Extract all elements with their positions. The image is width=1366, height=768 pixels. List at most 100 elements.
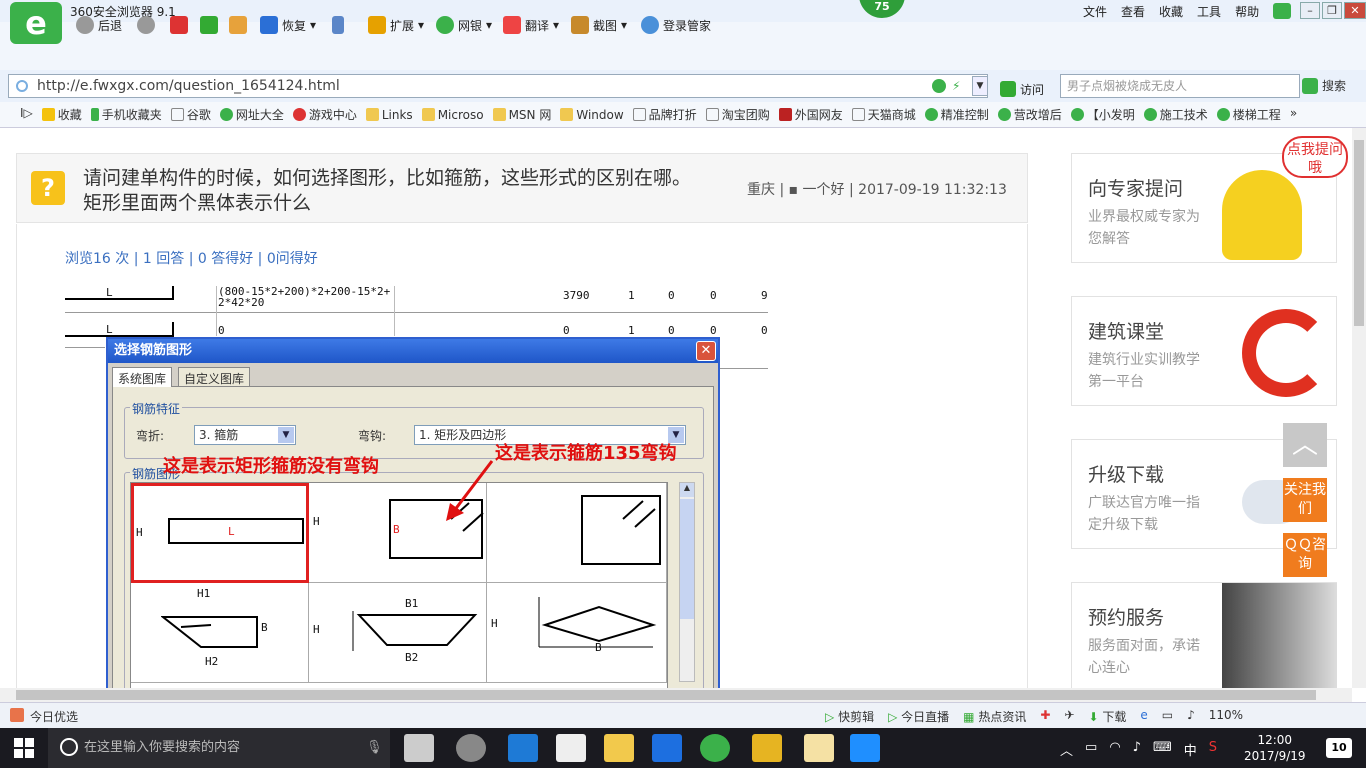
card-appointment[interactable]: 预约服务 服务面对面，承诺心连心 [1071,582,1337,692]
minimize-button[interactable]: – [1300,2,1320,19]
skin-icon[interactable] [1273,3,1291,19]
bookmark-item[interactable]: Links [365,106,413,123]
menu-favorites[interactable]: 收藏 [1159,3,1183,20]
maximize-button[interactable]: ❐ [1322,2,1342,19]
shape-scrollbar[interactable]: ▲ [679,482,695,682]
shape-cell-rect-hook-2[interactable] [487,483,667,583]
scroll-thumb[interactable] [680,499,694,619]
tab-system-library[interactable]: 系统图库 [112,367,173,387]
tray-expand-icon[interactable]: ︿ [1060,740,1073,759]
horizontal-scroll-thumb[interactable] [16,690,1316,700]
news-item[interactable]: ▦ 热点资讯 [963,708,1026,725]
visit-button[interactable]: 访问 [1000,78,1044,100]
bookmark-item[interactable]: 施工技术 [1143,106,1208,123]
refresh-button[interactable] [200,14,218,36]
translate-button[interactable]: 翻译 ▾ [503,14,559,36]
card-building-class[interactable]: 建筑课堂 建筑行业实训教学第一平台 [1071,296,1337,406]
wifi-icon[interactable]: ◠ [1109,740,1120,759]
battery-icon[interactable]: ▭ [1085,740,1097,759]
back-to-top-button[interactable]: ︿ [1283,423,1327,467]
browser-logo-icon[interactable]: e [10,2,62,44]
menu-file[interactable]: 文件 [1083,3,1107,20]
status-today-pick[interactable]: 今日优选 [30,708,78,725]
bookmark-item[interactable]: Microso [421,106,484,123]
keyboard-icon[interactable]: ⌨ [1153,740,1172,759]
restore-button[interactable]: 恢复 ▾ [260,14,316,36]
ask-bubble[interactable]: 点我提问哦 [1282,136,1348,178]
menu-help[interactable]: 帮助 [1235,3,1259,20]
quick-edit-item[interactable]: ▷ 快剪辑 [825,708,874,725]
taskbar-app-help-icon[interactable] [804,734,834,762]
shape-cell-h1[interactable]: H L [131,483,309,583]
taskbar-app-360-icon[interactable] [700,734,730,762]
bookmark-item[interactable]: 营改增后 [997,106,1062,123]
taskbar-app-plus-icon[interactable] [850,734,880,762]
taskbar-app-notes-icon[interactable] [752,734,782,762]
more-bookmarks-icon[interactable]: » [1290,106,1297,123]
sogou-icon[interactable]: S [1209,740,1217,759]
sidebar-toggle-icon[interactable]: I▷ [20,106,33,123]
stop-button[interactable] [170,14,188,36]
bookmark-item[interactable]: Window [560,106,624,123]
shape-cell-trapezoid[interactable]: H B1 B2 [309,583,487,683]
menu-view[interactable]: 查看 [1121,3,1145,20]
taskbar-app-browser-icon[interactable] [456,734,486,762]
home-button[interactable] [229,14,247,36]
volume-icon[interactable]: ♪ [1133,740,1141,759]
taskbar-app-edge-icon[interactable] [508,734,538,762]
bookmark-item[interactable]: 天猫商城 [851,106,916,123]
search-input[interactable]: 男子点烟被烧成无皮人 [1060,74,1300,98]
dropdown-icon[interactable]: ▼ [972,76,988,96]
ime-indicator[interactable]: 中 [1184,740,1197,759]
bookmark-item[interactable]: 【小发明 [1070,106,1135,123]
forward-button[interactable] [137,14,155,36]
plus-icon[interactable]: ✚ [1040,708,1050,725]
back-button[interactable]: 后退 [76,14,122,36]
bookmark-item[interactable]: 游戏中心 [292,106,357,123]
bookmark-item[interactable]: 收藏 [41,106,82,123]
search-button[interactable]: 搜索 [1302,74,1346,98]
zoom-level[interactable]: 110% [1209,708,1243,725]
bend-select[interactable]: 3. 箍筋 ▼ [194,425,296,445]
bookmark-item[interactable]: 外国网友 [778,106,843,123]
taskbar-app-pinwheel-icon[interactable] [404,734,434,762]
taskbar-app-glodon-icon[interactable] [652,734,682,762]
vertical-scroll-thumb[interactable] [1354,140,1364,326]
bookmark-item[interactable]: 谷歌 [170,106,211,123]
bookmark-item[interactable]: 精准控制 [924,106,989,123]
bookmark-item[interactable]: 网址大全 [219,106,284,123]
shape-cell-diamond[interactable]: H B [487,583,667,683]
notification-badge[interactable]: 10 [1326,738,1352,758]
tab-custom-library[interactable]: 自定义图库 [178,367,251,387]
download-item[interactable]: ⬇ 下载 [1088,708,1126,725]
login-manager-button[interactable]: 登录管家 [641,14,711,36]
close-window-button[interactable]: ✕ [1344,2,1366,19]
card-ask-expert[interactable]: 向专家提问 业界最权威专家为您解答 点我提问哦 [1071,136,1348,263]
microphone-icon[interactable]: 🎙 [366,740,383,755]
menu-tools[interactable]: 工具 [1197,3,1221,20]
bookmark-item[interactable]: MSN 网 [492,106,551,123]
windows-start-icon[interactable] [14,738,34,758]
window-icon[interactable]: ▭ [1162,708,1173,725]
bookmark-item[interactable]: 楼梯工程 [1216,106,1281,123]
sound-icon[interactable]: ♪ [1187,708,1195,725]
taskbar-app-folder-icon[interactable] [604,734,634,762]
follow-us-button[interactable]: 关注我们 [1283,478,1327,522]
extend-button[interactable]: 扩展 ▾ [368,14,424,36]
bookmark-item[interactable]: 淘宝团购 [705,106,770,123]
chevron-down-icon[interactable]: ▼ [278,427,294,443]
bookmark-item[interactable]: 手机收藏夹 [90,106,162,123]
taskbar-search[interactable]: 在这里输入你要搜索的内容 [48,728,390,768]
bookmark-item[interactable]: 品牌打折 [632,106,697,123]
dialog-close-button[interactable]: ✕ [696,341,716,361]
bank-button[interactable]: 网银 ▾ [436,14,492,36]
ie-icon[interactable]: e [1140,708,1147,725]
taskbar-app-store-icon[interactable] [556,734,586,762]
shape-cell-h2[interactable]: B H2 [131,583,309,683]
mobile-button[interactable] [332,14,344,36]
live-item[interactable]: ▷ 今日直播 [888,708,949,725]
address-bar[interactable]: http://e.fwxgx.com/question_1654124.html [8,74,988,98]
pin-icon[interactable]: ✈ [1064,708,1074,725]
taskbar-clock[interactable]: 12:00 2017/9/19 [1244,732,1306,764]
screenshot-button[interactable]: 截图 ▾ [571,14,627,36]
